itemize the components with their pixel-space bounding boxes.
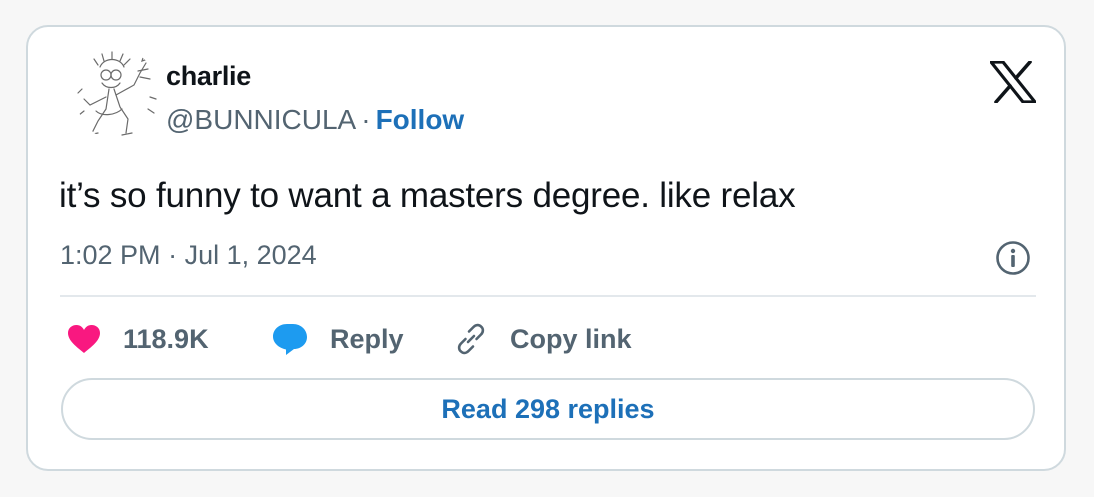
author-handle[interactable]: @BUNNICULA [166,104,356,135]
read-replies-label: Read 298 replies [441,393,655,424]
copy-link-button[interactable]: Copy link [454,319,632,359]
reply-button[interactable]: Reply [272,319,404,359]
like-count: 118.9K [123,323,209,354]
avatar[interactable] [76,49,160,141]
x-logo-icon[interactable] [989,60,1037,104]
read-replies-button[interactable]: Read 298 replies [61,378,1035,440]
link-icon [457,323,485,355]
speech-bubble-icon [273,324,307,355]
tweet-time: 1:02 PM [60,240,161,270]
like-button[interactable]: 118.9K [67,319,209,359]
tweet-timestamp[interactable]: 1:02 PM · Jul 1, 2024 [60,240,317,271]
sketch-avatar-drawing [77,51,157,136]
author-handle-row: @BUNNICULA · Follow [166,104,464,136]
tweet-date: Jul 1, 2024 [184,240,317,270]
timestamp-separator: · [168,240,178,270]
handle-separator: · [361,104,371,135]
divider [60,295,1036,297]
reply-label: Reply [330,323,404,354]
tweet-card: charlie @BUNNICULA · Follow it’s so funny … [26,25,1066,471]
copy-link-label: Copy link [510,323,632,354]
follow-button[interactable]: Follow [376,104,465,135]
tweet-text: it’s so funny to want a masters degree. … [59,176,796,215]
info-icon[interactable] [995,240,1031,276]
author-display-name[interactable]: charlie [166,61,251,92]
heart-icon [68,325,100,353]
